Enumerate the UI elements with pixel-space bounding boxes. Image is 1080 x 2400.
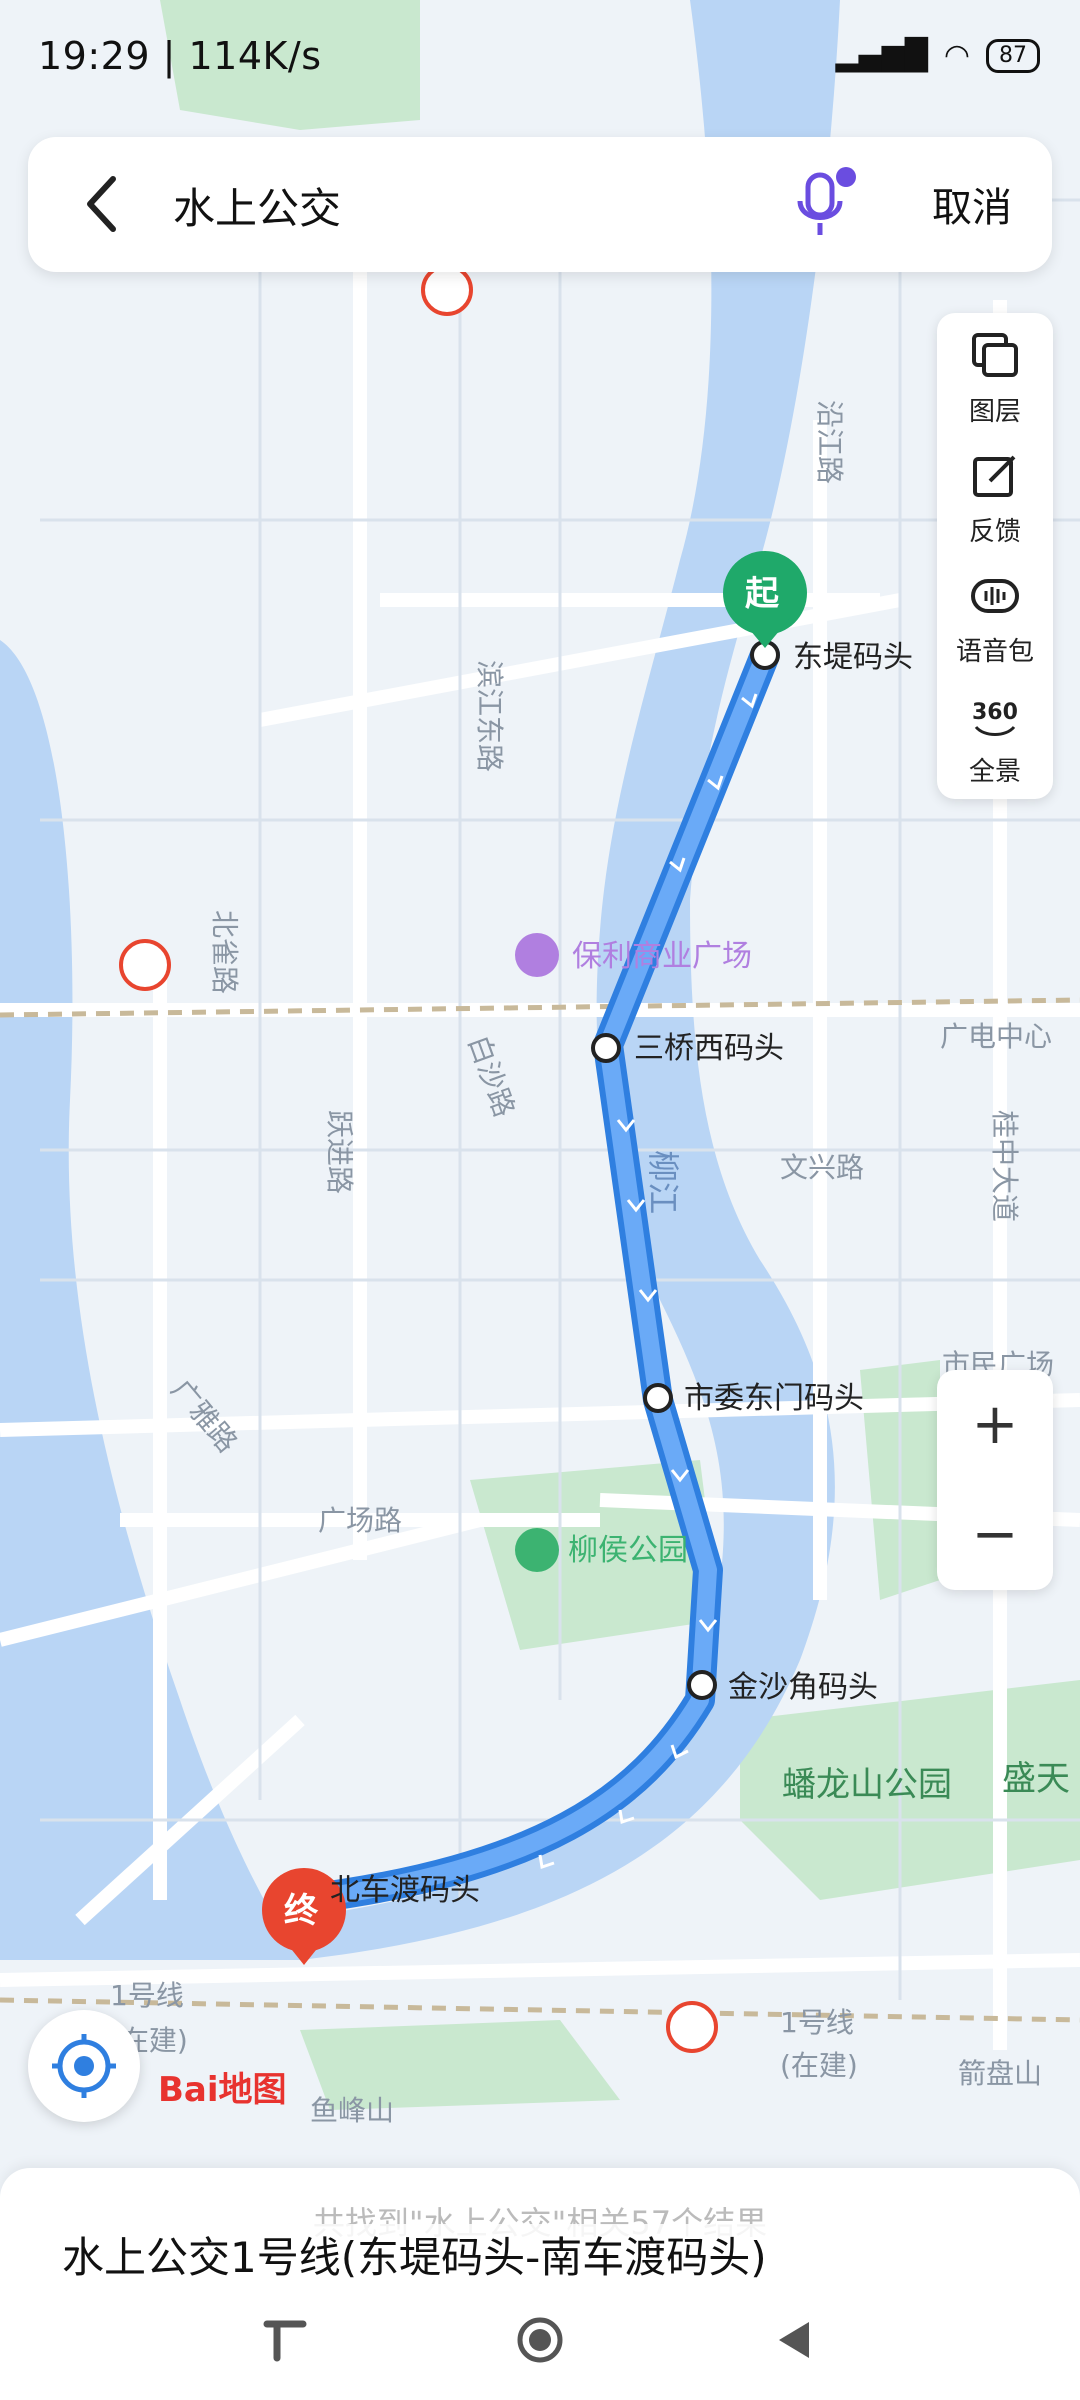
- road-label-wenxing: 文兴路: [780, 1151, 864, 1184]
- stop-label-shiwei: 市委东门码头: [684, 1381, 864, 1416]
- layers-label: 图层: [968, 397, 1021, 427]
- poi-label-panlong: 蟠龙山公园: [782, 1765, 952, 1805]
- road-label-line1-left: 1号线: [110, 1979, 184, 2012]
- road-label-yuejin: 跃进路: [323, 1110, 356, 1194]
- stop-dot-sanqiao: [591, 1033, 621, 1063]
- stop-label-beiche: 北车渡码头: [330, 1873, 480, 1908]
- zoom-out-button[interactable]: −: [937, 1480, 1053, 1590]
- search-bar[interactable]: 水上公交 取消: [28, 137, 1052, 272]
- voice-pack-icon: [971, 579, 1019, 613]
- map-canvas[interactable]: 起 终 东堤码头 三桥西码头 市委东门码头 金沙角码头 北车渡码头 滨江东路 沿…: [0, 0, 1080, 2400]
- stop-dot-shiwei: [643, 1383, 673, 1413]
- microphone-icon[interactable]: [788, 165, 858, 245]
- road-label-guangdian: 广电中心: [940, 1020, 1052, 1053]
- baidu-map-logo: Bai地图: [158, 2070, 287, 2110]
- end-marker-label: 终: [284, 1891, 319, 1931]
- locate-icon: [52, 2034, 116, 2098]
- panorama-360-icon: 360: [972, 700, 1018, 736]
- stop-label-jinsha: 金沙角码头: [728, 1670, 878, 1705]
- panorama-label: 全景: [968, 757, 1021, 787]
- poi-label-baoli: 保利商业广场: [572, 939, 752, 974]
- zoom-in-button[interactable]: +: [937, 1370, 1053, 1480]
- layers-button[interactable]: 图层: [937, 313, 1053, 433]
- river-label: 柳江: [644, 1150, 682, 1214]
- stop-label-sanqiao: 三桥西码头: [634, 1031, 784, 1066]
- road-label-guizhong: 桂中大道: [988, 1110, 1021, 1222]
- road-label-beique: 北雀路: [208, 910, 241, 994]
- svg-text:360: 360: [972, 700, 1018, 725]
- panorama-button[interactable]: 360 全景: [937, 673, 1053, 793]
- status-time: 19:29 | 114K/s: [38, 34, 322, 78]
- voice-pack-button[interactable]: 语音包: [937, 553, 1053, 673]
- road-label-yufeng: 鱼峰山: [310, 2094, 394, 2127]
- start-marker-label: 起: [745, 574, 780, 614]
- home-nav-icon[interactable]: [510, 2310, 570, 2370]
- poi-label-shengtian: 盛天: [1002, 1759, 1070, 1799]
- layers-icon: [972, 333, 1018, 377]
- menu-nav-icon[interactable]: [255, 2310, 315, 2370]
- road-label-building-right: (在建): [780, 2049, 858, 2082]
- feedback-icon: [973, 455, 1016, 497]
- map-tools-panel: 图层 反馈 语音包 360 全景: [937, 313, 1053, 799]
- signal-icon: ▂▄▆█: [835, 38, 928, 73]
- battery-icon: 87: [986, 38, 1040, 73]
- feedback-label: 反馈: [968, 517, 1021, 547]
- status-bar: 19:29 | 114K/s ▂▄▆█ ◠ 87: [0, 0, 1080, 118]
- result-title[interactable]: 水上公交1号线(东堤码头-南车渡码头): [56, 2224, 773, 2285]
- voice-pack-label: 语音包: [955, 637, 1034, 667]
- search-input[interactable]: 水上公交: [173, 175, 341, 236]
- road-label-guangchang: 广场路: [318, 1504, 402, 1537]
- zoom-controls: + −: [937, 1370, 1053, 1590]
- wifi-icon: ◠: [943, 38, 970, 73]
- system-nav-bar: [0, 2290, 1080, 2400]
- cancel-button[interactable]: 取消: [932, 175, 1012, 233]
- feedback-button[interactable]: 反馈: [937, 433, 1053, 553]
- locate-button[interactable]: [28, 2010, 140, 2122]
- stop-dot-jinsha: [687, 1670, 717, 1700]
- back-arrow-icon[interactable]: [68, 167, 138, 242]
- stop-label-dongdi: 东堤码头: [793, 640, 913, 675]
- road-label-line1-right: 1号线: [780, 2006, 854, 2039]
- road-label-jianpan: 箭盘山: [958, 2057, 1042, 2090]
- back-nav-icon[interactable]: [765, 2310, 825, 2370]
- poi-label-liuhou: 柳侯公园: [568, 1533, 688, 1568]
- road-label-yanjiang: 沿江路: [813, 400, 846, 484]
- status-icons: ▂▄▆█ ◠ 87: [836, 38, 1040, 73]
- road-label-binjiang: 滨江东路: [473, 660, 506, 772]
